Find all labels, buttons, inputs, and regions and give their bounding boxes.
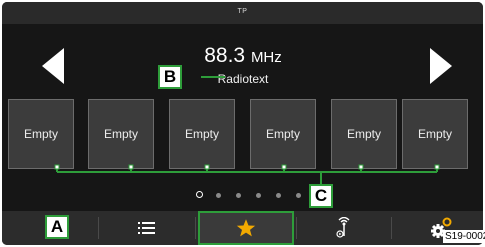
radio-screen: TP 88.3 MHz Radiotext Empty Empty Empty …	[2, 2, 483, 245]
callout-c: C	[309, 184, 333, 208]
page-indicator	[190, 190, 310, 202]
nav-separator	[195, 217, 196, 239]
image-code: S19-0002	[443, 230, 485, 243]
page-dot-4	[256, 193, 261, 198]
callout-lines	[54, 76, 440, 184]
page-dot-1	[196, 191, 203, 198]
radio-antenna-icon	[336, 217, 350, 238]
callout-a: A	[45, 215, 69, 239]
page-dot-5	[276, 193, 281, 198]
callout-b: B	[158, 65, 182, 89]
nav-favorites-button[interactable]	[198, 211, 294, 245]
star-favorites-icon	[236, 219, 256, 237]
nav-list-button[interactable]	[99, 211, 195, 245]
nav-radio-sources-button[interactable]	[297, 211, 391, 245]
list-icon	[138, 222, 155, 234]
bottom-navigation	[2, 211, 483, 245]
page-dot-2	[216, 193, 221, 198]
page-dot-6	[296, 193, 301, 198]
page-dot-3	[236, 193, 241, 198]
